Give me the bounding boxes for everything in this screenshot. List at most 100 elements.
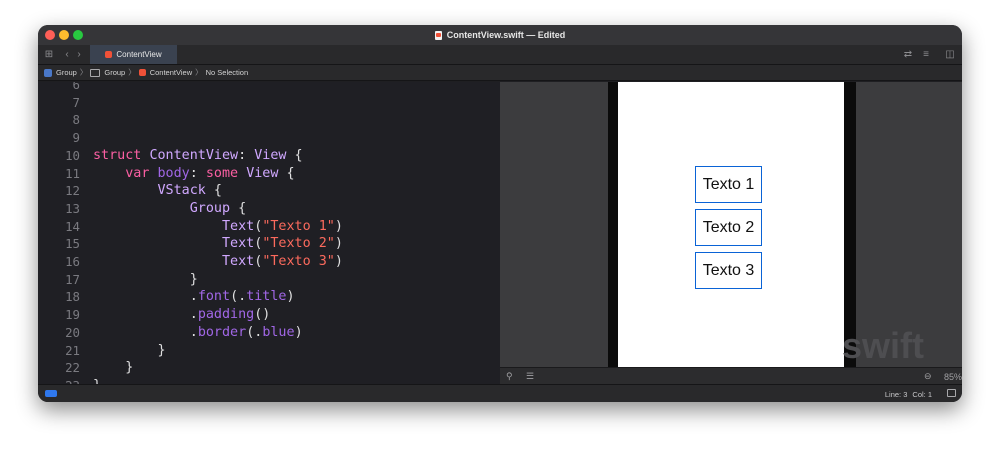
grid-icon[interactable]: ⊞ [42,45,56,64]
code-text: Text("Texto 1") [93,218,343,236]
code-line[interactable]: 17 } [38,271,500,289]
preview-text-3[interactable]: Texto 3 [695,252,762,289]
code-token: { [286,147,303,163]
code-line[interactable]: 22 } [38,359,500,377]
code-line[interactable]: 8 [38,111,500,129]
sync-icon[interactable]: ⇄ [902,45,914,64]
line-number-gutter: 19 [65,307,80,323]
code-line[interactable]: 16 Text("Texto 3") [38,253,500,271]
code-token: { [230,200,247,216]
code-token: () [254,307,271,323]
code-line[interactable]: 18 .font(.title) [38,288,500,306]
swift-file-icon [434,30,442,40]
pin-icon[interactable]: ⚲ [506,368,513,385]
forward-icon[interactable]: › [74,45,84,64]
code-token: : [189,165,206,181]
code-token: View [254,147,287,163]
code-token: } [93,271,198,287]
code-line[interactable]: 6 [38,82,500,94]
code-token: ) [334,236,343,252]
line-number-gutter: 20 [65,324,80,340]
zoom-level[interactable]: 85% [944,368,962,385]
code-token: (. [246,324,263,340]
swift-watermark: swift [841,325,924,366]
code-line[interactable]: 15 Text("Texto 2") [38,235,500,253]
code-line[interactable]: 14 Text("Texto 1") [38,218,500,236]
code-text: Text("Texto 2") [93,235,343,253]
code-line[interactable]: 7 [38,94,500,112]
code-line[interactable]: 23} [38,377,500,384]
jump-bar-item-selection[interactable]: No Selection [206,68,249,77]
preview-text-2[interactable]: Texto 2 [695,209,762,246]
panel-toggle-icon[interactable] [947,389,956,397]
code-text: Text("Texto 3") [93,253,343,271]
chevron-right-icon: 〉 [79,68,88,77]
code-token: padding [197,307,255,323]
code-token: ) [334,254,343,269]
code-text: .border(.blue) [93,324,303,342]
window-title: ContentView.swift — Edited [38,25,962,45]
code-token: font [197,289,231,305]
line-number-gutter: 22 [65,360,80,376]
line-number-gutter: 18 [65,289,80,305]
code-line[interactable]: 9 [38,129,500,147]
jump-bar: Group 〉 Group 〉 ContentView 〉 No Selecti… [38,65,962,81]
code-text: VStack { [93,182,223,200]
code-text: .font(.title) [93,288,295,306]
jump-bar-item-group-folder[interactable]: Group [90,68,125,77]
preview-canvas[interactable]: Texto 1 Texto 2 Texto 3 swift [500,82,962,367]
status-bar: Line: 3 Col: 1 [38,384,962,402]
zoom-out-icon[interactable]: ⊖ [924,368,932,385]
tab-bar: ⊞ ‹ › ContentView ⇄ ≡ ◫ [38,45,962,65]
code-text: } [93,271,198,289]
list-icon[interactable]: ☰ [526,368,534,385]
code-token: Text [222,218,255,234]
code-line[interactable]: 13 Group { [38,200,500,218]
preview-text-1[interactable]: Texto 1 [695,166,762,203]
window-title-text: ContentView.swift — Edited [446,30,566,40]
jump-bar-item-file[interactable]: ContentView [138,68,192,77]
code-text: } [93,377,101,384]
code-text: var body: some View { [93,165,294,183]
line-number-gutter: 23 [38,377,80,384]
code-editor[interactable]: 6 7 8 9 10 struct ContentView: View {11 var b… [38,82,500,384]
tab-label: ContentView [116,50,162,59]
back-icon[interactable]: ‹ [62,45,72,64]
line-number-gutter: 14 [65,218,80,234]
folder-icon [90,68,101,77]
code-token: "Texto 2" [262,236,335,252]
code-token: struct [93,147,142,163]
line-number-gutter: 17 [65,271,80,287]
code-token: "Texto 1" [262,218,335,234]
line-number-gutter: 10 [65,147,80,163]
code-line[interactable]: 19 .padding() [38,306,500,324]
line-number: Line: 3 [884,389,908,399]
line-number-gutter: 8 [72,112,80,128]
sidebar-icon[interactable]: ◫ [943,45,957,64]
line-number-gutter: 21 [65,342,80,358]
line-number-gutter: 16 [65,254,80,269]
tab-contentview[interactable]: ContentView [90,45,177,64]
code-line[interactable]: 11 var body: some View { [38,165,500,183]
code-token: (. [230,289,247,305]
chevron-right-icon: 〉 [195,68,203,77]
code-line[interactable]: 20 .border(.blue) [38,324,500,342]
code-text: struct ContentView: View { [93,147,303,165]
code-line[interactable]: 10 struct ContentView: View { [38,147,500,165]
jump-bar-item-group-project[interactable]: Group [44,68,77,77]
debug-area-toggle-icon[interactable] [45,390,57,397]
code-token: VStack [157,183,206,199]
swift-icon [105,51,113,58]
code-line[interactable]: 12 VStack { [38,182,500,200]
line-number-gutter: 9 [72,130,80,146]
code-text: } [93,342,165,360]
code-line[interactable]: 21 } [38,342,500,360]
title-bar: ContentView.swift — Edited [38,25,962,45]
line-number-gutter: 12 [65,183,80,199]
code-token: Text [222,254,255,269]
lines-icon[interactable]: ≡ [919,45,933,64]
code-token: : [238,147,255,163]
